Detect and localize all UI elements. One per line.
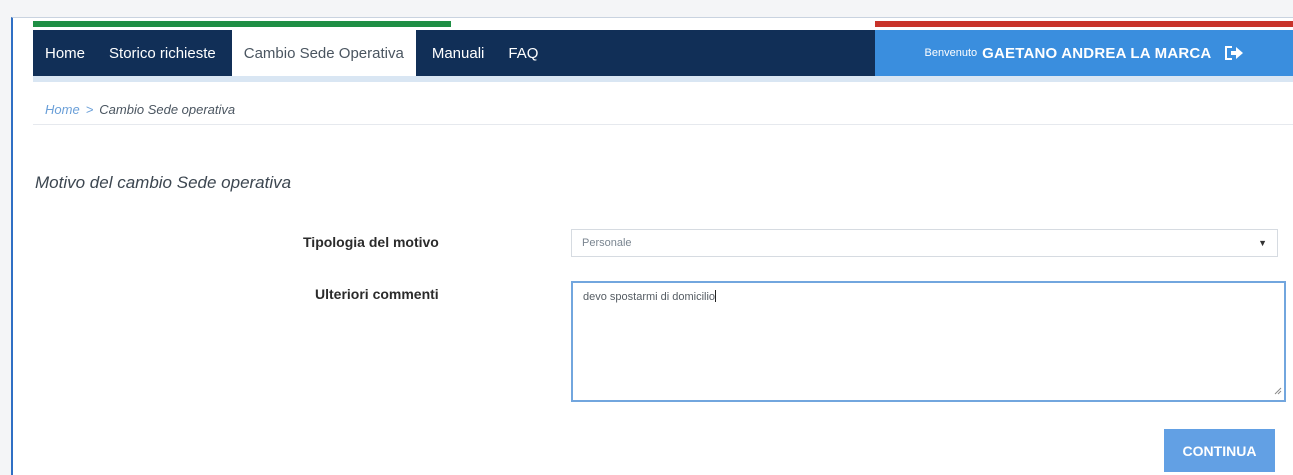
commenti-textarea[interactable]: devo spostarmi di domicilio <box>571 281 1286 402</box>
continue-button[interactable]: CONTINUA <box>1164 429 1275 472</box>
user-name: GAETANO ANDREA LA MARCA <box>982 44 1212 62</box>
tipologia-select[interactable]: Personale ▼ <box>571 229 1278 257</box>
app-frame: Home Storico richieste Cambio Sede Opera… <box>11 17 1293 475</box>
flag-red-stripe <box>875 21 1293 27</box>
logout-icon[interactable] <box>1223 44 1245 62</box>
resize-handle-icon[interactable] <box>1274 386 1282 398</box>
nav-item-manuali[interactable]: Manuali <box>420 30 497 76</box>
breadcrumb-current: Cambio Sede operativa <box>99 102 236 117</box>
flag-bar <box>13 18 1293 28</box>
welcome-prefix: Benvenuto <box>924 47 978 59</box>
breadcrumb-separator: > <box>85 102 94 117</box>
commenti-text: devo spostarmi di domicilio <box>583 291 716 303</box>
section-title: Motivo del cambio Sede operativa <box>35 173 292 192</box>
flag-green-stripe <box>33 21 451 27</box>
tipologia-label: Tipologia del motivo <box>303 234 439 250</box>
commenti-label: Ulteriori commenti <box>315 286 439 302</box>
nav-item-storico-richieste[interactable]: Storico richieste <box>97 30 228 76</box>
tipologia-selected-value: Personale <box>582 237 632 249</box>
text-cursor <box>715 290 717 302</box>
breadcrumb-home-link[interactable]: Home <box>45 102 80 117</box>
welcome-bar: Benvenuto GAETANO ANDREA LA MARCA <box>875 30 1293 76</box>
caret-down-icon: ▼ <box>1258 238 1267 248</box>
breadcrumb: Home > Cambio Sede operativa <box>45 102 235 117</box>
nav-item-home[interactable]: Home <box>33 30 97 76</box>
top-navbar: Home Storico richieste Cambio Sede Opera… <box>33 30 1293 76</box>
nav-item-faq[interactable]: FAQ <box>496 30 550 76</box>
header-divider <box>33 124 1293 125</box>
nav-item-cambio-sede-operativa[interactable]: Cambio Sede Operativa <box>231 30 416 76</box>
nav-underline <box>33 76 1293 82</box>
